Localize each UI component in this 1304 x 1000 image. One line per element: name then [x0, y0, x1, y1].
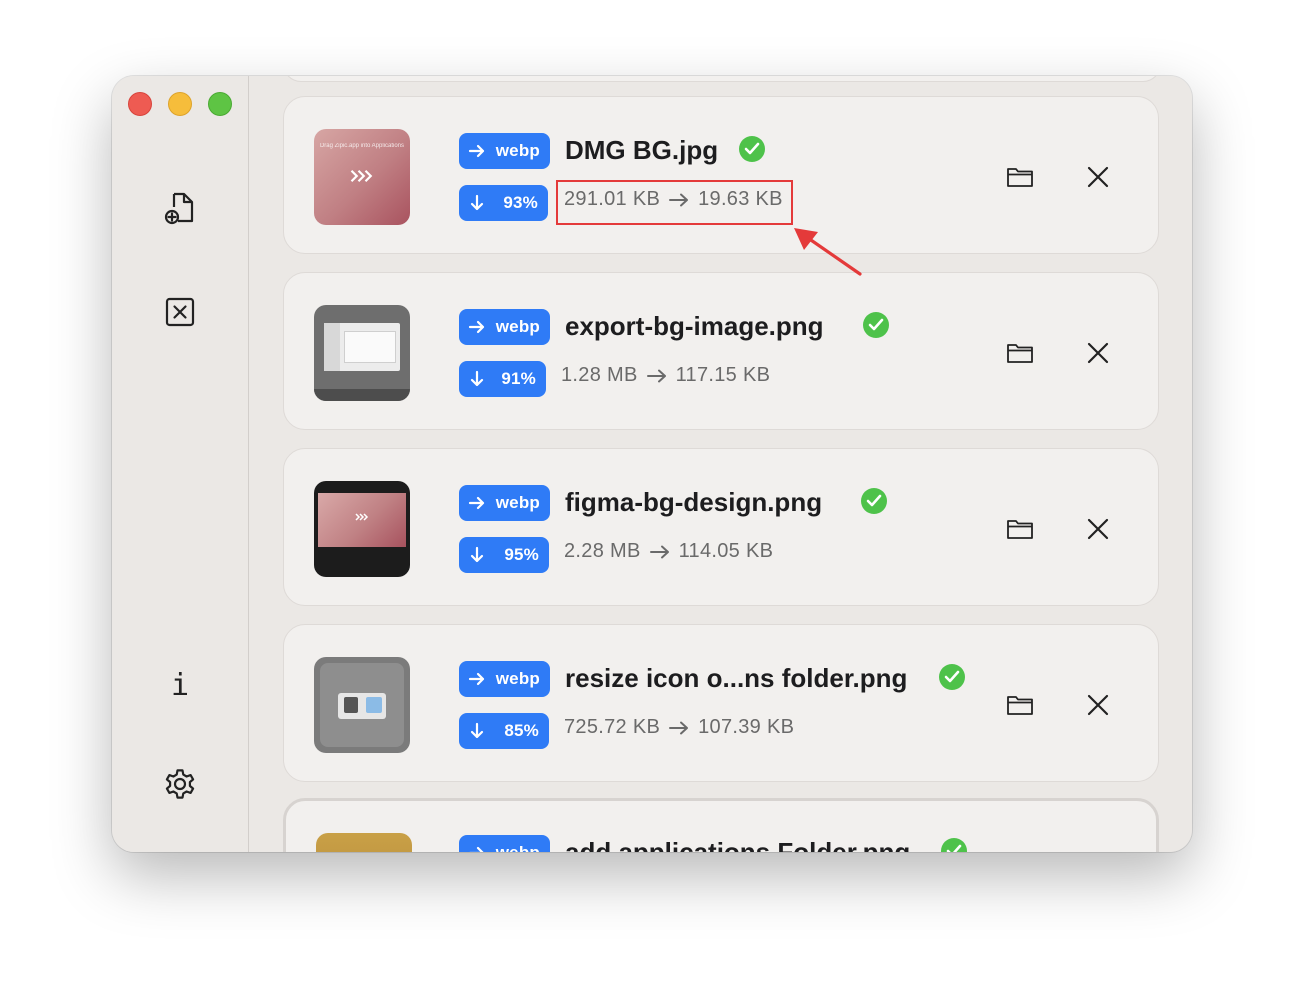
- previous-card-edge: [283, 76, 1161, 82]
- success-check-icon: [939, 664, 965, 690]
- reveal-in-folder-button[interactable]: [1002, 159, 1038, 195]
- size-info: 725.72 KB 107.39 KB: [564, 716, 794, 739]
- folder-icon: [1007, 168, 1033, 187]
- remove-file-button[interactable]: [1080, 687, 1116, 723]
- minimize-window-button[interactable]: [168, 92, 192, 116]
- arrow-right-icon: [469, 846, 484, 852]
- arrow-down-icon: [470, 722, 484, 739]
- arrow-right-icon: [669, 721, 689, 734]
- success-check-icon: [739, 136, 765, 162]
- success-check-icon: [861, 488, 887, 514]
- gear-icon: [165, 769, 195, 799]
- close-icon: [1087, 518, 1109, 540]
- file-card: Drag Zipic.app into Applications webp 93…: [283, 96, 1159, 254]
- success-check-icon: [941, 838, 967, 852]
- reduction-badge: 91%: [459, 361, 546, 397]
- arrow-right-icon: [468, 672, 485, 686]
- arrow-right-icon: [468, 320, 485, 334]
- arrow-down-icon: [470, 546, 484, 563]
- reveal-in-folder-button[interactable]: [1002, 687, 1038, 723]
- file-thumbnail: [314, 305, 410, 401]
- remove-file-button[interactable]: [1080, 159, 1116, 195]
- file-name: add applications Folder.png: [565, 837, 911, 852]
- annotation-arrow-icon: [794, 228, 862, 276]
- file-name: DMG BG.jpg: [565, 135, 719, 165]
- arrow-right-icon: [468, 144, 485, 158]
- reduction-badge: 93%: [459, 185, 548, 221]
- close-window-button[interactable]: [128, 92, 152, 116]
- original-size: 1.28 MB: [561, 364, 638, 386]
- original-size: 725.72 KB: [564, 716, 661, 738]
- arrow-right-icon: [649, 545, 669, 558]
- x-square-icon: [165, 297, 195, 327]
- close-icon: [1087, 694, 1109, 716]
- file-thumbnail: [314, 657, 410, 753]
- remove-file-button[interactable]: [1080, 335, 1116, 371]
- clear-list-button[interactable]: [156, 288, 204, 336]
- format-badge: webp: [459, 309, 550, 345]
- file-plus-icon: [164, 192, 194, 225]
- file-card: webp 91% export-bg-image.png 1.28 MB 117…: [283, 272, 1159, 430]
- reveal-in-folder-button[interactable]: [1002, 335, 1038, 371]
- size-info: 2.28 MB 114.05 KB: [564, 540, 773, 563]
- double-chevron-icon: [350, 169, 373, 183]
- file-card: webp 85% resize icon o...ns folder.png 7…: [283, 624, 1159, 782]
- arrow-right-icon: [646, 369, 666, 382]
- zoom-window-button[interactable]: [208, 92, 232, 116]
- success-check-icon: [863, 312, 889, 338]
- format-badge: webp: [459, 835, 550, 852]
- reduction-badge: 95%: [459, 537, 549, 573]
- format-badge: webp: [459, 661, 550, 697]
- sidebar: i: [112, 76, 249, 852]
- new-size: 117.15 KB: [675, 364, 771, 386]
- file-thumbnail: Drag Zipic.app into Applications: [314, 129, 410, 225]
- close-icon: [1087, 166, 1109, 188]
- reduction-badge: 85%: [459, 713, 549, 749]
- file-thumbnail: [314, 481, 410, 577]
- file-name: figma-bg-design.png: [565, 487, 823, 517]
- file-thumbnail: [316, 833, 412, 852]
- annotation-highlight-box: [556, 180, 793, 225]
- arrow-right-icon: [468, 496, 485, 510]
- add-file-button[interactable]: [156, 184, 204, 232]
- size-info: 1.28 MB 117.15 KB: [561, 364, 770, 387]
- arrow-down-icon: [470, 370, 484, 387]
- file-card: webp 95% figma-bg-design.png 2.28 MB 114…: [283, 448, 1159, 606]
- settings-button[interactable]: [156, 760, 204, 808]
- close-icon: [1087, 342, 1109, 364]
- arrow-down-icon: [470, 194, 484, 211]
- folder-icon: [1007, 520, 1033, 539]
- file-name: export-bg-image.png: [565, 311, 824, 341]
- folder-icon: [1007, 344, 1033, 363]
- new-size: 107.39 KB: [698, 716, 795, 738]
- format-badge: webp: [459, 133, 550, 169]
- folder-icon: [1007, 696, 1033, 715]
- thumbnail-caption: Drag Zipic.app into Applications: [319, 143, 405, 149]
- info-icon: i: [170, 668, 190, 703]
- original-size: 2.28 MB: [564, 540, 641, 562]
- reveal-in-folder-button[interactable]: [1002, 511, 1038, 547]
- remove-file-button[interactable]: [1080, 511, 1116, 547]
- file-card: webp add applications Folder.png: [283, 798, 1159, 852]
- file-name: resize icon o...ns folder.png: [565, 663, 908, 693]
- format-badge: webp: [459, 485, 550, 521]
- new-size: 114.05 KB: [678, 540, 774, 562]
- info-button[interactable]: i: [156, 662, 204, 710]
